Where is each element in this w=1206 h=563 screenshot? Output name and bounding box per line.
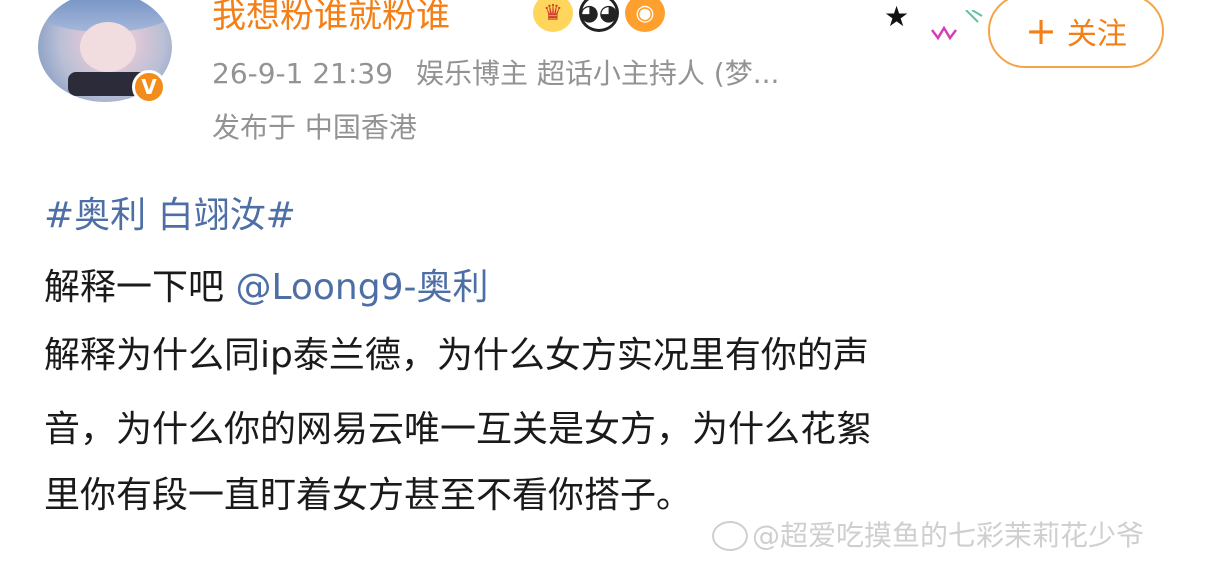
fish-emoji-icon: ◉ xyxy=(625,0,665,32)
body-line-4: 里你有段一直盯着女方甚至不看你搭子。 xyxy=(44,475,693,516)
plus-icon: + xyxy=(1025,9,1057,53)
post-timestamp[interactable]: 26-9-1 21:39 xyxy=(212,57,393,90)
follow-button[interactable]: + 关注 xyxy=(988,0,1164,68)
body-line-1: 解释一下吧 @Loong9-奥利 xyxy=(44,262,489,314)
weibo-logo-icon xyxy=(712,521,748,551)
avatar-face xyxy=(80,22,136,72)
body-line-1-text: 解释一下吧 xyxy=(44,267,236,308)
author-tags: 娱乐博主 超话小主持人 (梦... xyxy=(415,57,780,90)
watermark: @超爱吃摸鱼的七彩茉莉花少爷 xyxy=(712,516,1144,556)
sparkle-decoration-icon xyxy=(931,10,983,41)
mention-link[interactable]: @Loong9-奥利 xyxy=(235,267,488,308)
follow-button-label: 关注 xyxy=(1066,17,1127,52)
panda-emoji-icon: ◕◕ xyxy=(579,0,619,32)
post-location: 发布于 中国香港 xyxy=(212,111,417,144)
post-meta: 26-9-1 21:39 娱乐博主 超话小主持人 (梦... xyxy=(212,52,779,96)
verified-badge-icon: V xyxy=(132,70,166,104)
body-line-2: 解释为什么同ip泰兰德，为什么女方实况里有你的声 xyxy=(44,335,869,376)
watermark-text: @超爱吃摸鱼的七彩茉莉花少爷 xyxy=(752,519,1145,552)
username-emojis: ♛ ◕◕ ◉ xyxy=(533,0,665,32)
body-line-3: 音，为什么你的网易云唯一互关是女方，为什么花絮 xyxy=(44,409,873,450)
crown-emoji-icon: ♛ xyxy=(533,0,573,32)
topic-hashtag-link[interactable]: #奥利 白翊汝# xyxy=(44,190,296,242)
username[interactable]: 我想粉谁就粉谁 xyxy=(212,0,450,38)
star-decoration-icon: ★ xyxy=(884,0,910,33)
